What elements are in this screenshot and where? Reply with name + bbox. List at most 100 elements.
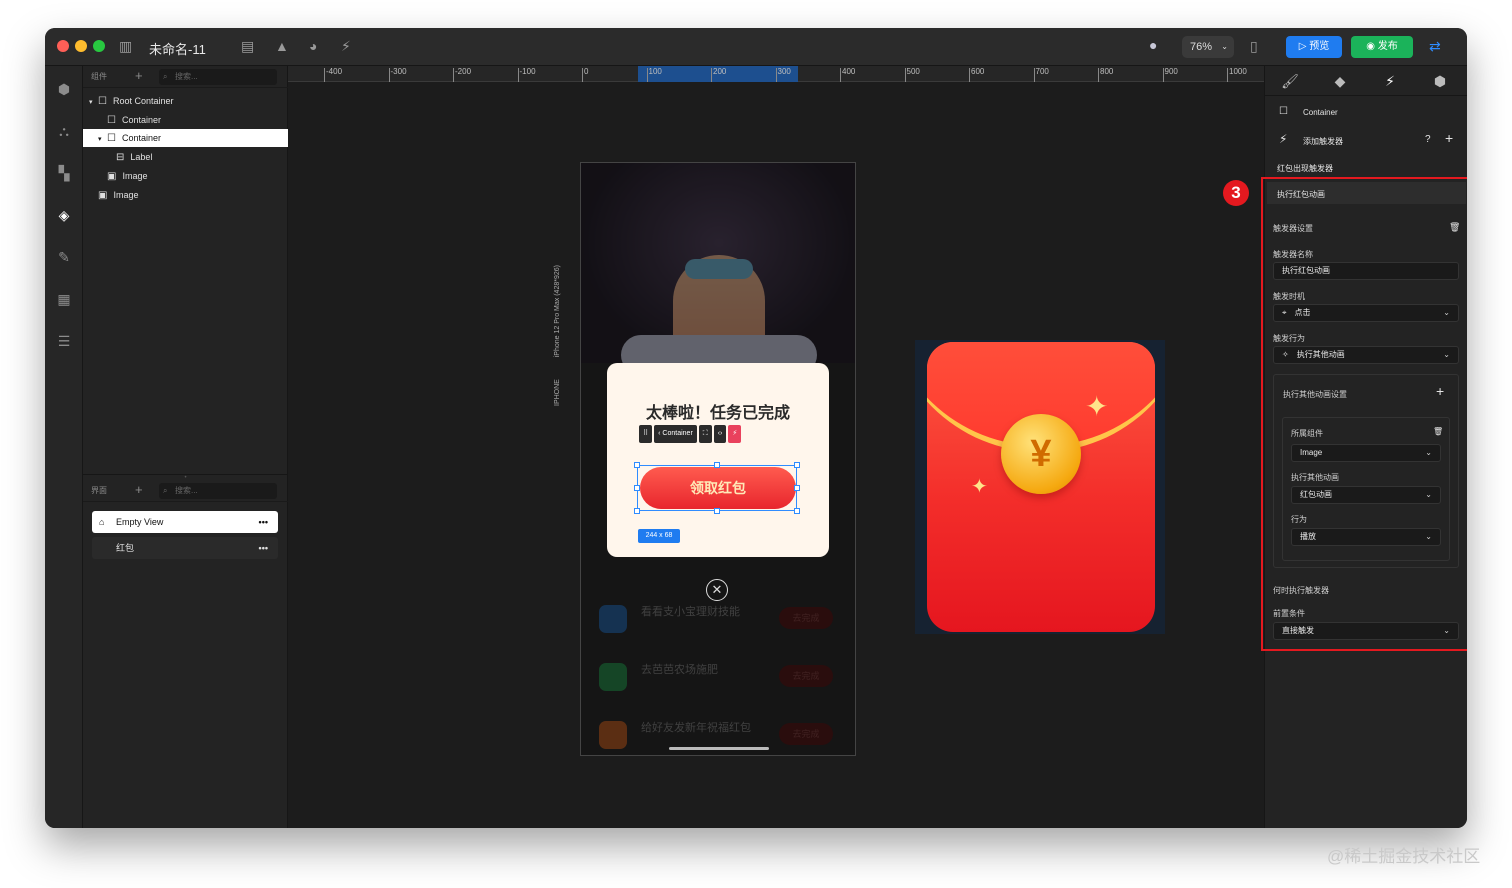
layout-icon[interactable]: ▦ bbox=[53, 288, 75, 310]
resize-handle[interactable] bbox=[794, 508, 800, 514]
horizontal-ruler: -400 -300 -200 -100 0 100 200 300 400 500 600 700 80… bbox=[288, 66, 1264, 82]
add-component-button[interactable]: + bbox=[135, 68, 143, 83]
inspector-tabs: 🖌 ◆ ⚡ ⬢ bbox=[1265, 66, 1467, 96]
ruler-tick-label: -400 bbox=[326, 67, 343, 76]
component-icon[interactable]: ◕ bbox=[309, 38, 317, 54]
ruler-tick bbox=[775, 68, 777, 82]
document-icon[interactable]: ▤ bbox=[241, 38, 254, 55]
selection-box bbox=[634, 462, 800, 514]
components-label: 组件 bbox=[91, 72, 107, 81]
trigger-icon[interactable]: ⚡ bbox=[728, 425, 742, 443]
resize-handle[interactable] bbox=[794, 485, 800, 491]
selected-component-name: Container bbox=[1303, 108, 1338, 117]
trigger-tab-icon[interactable]: ⚡ bbox=[1365, 66, 1415, 96]
ruler-tick bbox=[1098, 68, 1099, 82]
search-icon: ⌕ bbox=[163, 72, 168, 81]
layer-item[interactable]: ☐ Container bbox=[83, 111, 288, 129]
avatar[interactable]: ● bbox=[1149, 37, 1157, 53]
resize-handle[interactable] bbox=[634, 462, 640, 468]
animation-tab-icon[interactable]: ◆ bbox=[1315, 66, 1365, 96]
ruler-tick-label: 900 bbox=[1164, 67, 1178, 76]
sparkle-icon: ✦ bbox=[1085, 391, 1109, 422]
page-item[interactable]: ⌂ Empty View ••• bbox=[92, 511, 278, 533]
search-placeholder: 搜索... bbox=[175, 486, 198, 495]
play-icon: ▷ bbox=[1298, 41, 1310, 52]
add-trigger-button[interactable]: + bbox=[1445, 130, 1453, 146]
maximize-window-button[interactable] bbox=[93, 40, 105, 52]
layers-icon[interactable]: ◈ bbox=[53, 204, 75, 226]
ruler-tick-label: 500 bbox=[906, 67, 920, 76]
resize-handle[interactable] bbox=[714, 508, 720, 514]
lightning-icon: ⚡ bbox=[1279, 132, 1288, 146]
layer-item[interactable]: ▣ Image bbox=[83, 186, 288, 204]
layer-item[interactable]: ▾ ☐ Root Container bbox=[83, 92, 288, 110]
sidebar-toggle-icon[interactable]: ▥ bbox=[119, 38, 132, 55]
minimize-window-button[interactable] bbox=[75, 40, 87, 52]
red-envelope-image[interactable]: ¥ ✦ ✦ bbox=[927, 342, 1155, 632]
zoom-select[interactable]: 76% ⌄ bbox=[1182, 36, 1234, 58]
expand-toggle-icon[interactable]: ▾ bbox=[98, 131, 107, 149]
ruler-tick-label: 200 bbox=[713, 67, 727, 76]
image-icon: ▣ bbox=[107, 170, 117, 182]
expand-toggle-icon[interactable]: ▾ bbox=[89, 94, 98, 112]
drag-handle-icon[interactable]: ⠿ bbox=[639, 425, 653, 443]
ruler-tick bbox=[324, 68, 325, 82]
style-tab-icon[interactable]: 🖌 bbox=[1265, 66, 1315, 96]
help-icon[interactable]: ? bbox=[1425, 134, 1431, 145]
share-icon[interactable]: ⇄ bbox=[1429, 38, 1441, 55]
pages-label: 界面 bbox=[91, 486, 107, 495]
shape-icon[interactable]: ▲ bbox=[275, 38, 289, 54]
assets-tab-icon[interactable]: ⬢ bbox=[1415, 66, 1465, 96]
box-icon: ☐ bbox=[107, 114, 116, 126]
more-icon[interactable]: ••• bbox=[259, 537, 268, 559]
ruler-tick bbox=[711, 68, 712, 82]
layer-item[interactable]: ▣ Image bbox=[83, 167, 288, 185]
pages-search-input[interactable]: ⌕ 搜索... bbox=[159, 483, 277, 499]
page-item[interactable]: 红包 ••• bbox=[92, 537, 278, 559]
parent-selector[interactable]: ‹ Container bbox=[654, 425, 697, 443]
page-item-label: Empty View bbox=[116, 517, 164, 527]
box-icon: ☐ bbox=[107, 133, 116, 145]
ruler-tick-label: -300 bbox=[390, 67, 407, 76]
design-canvas[interactable]: -400 -300 -200 -100 0 100 200 300 400 500 600 700 80… bbox=[288, 66, 1264, 828]
layer-item[interactable]: ▾ ☐ Container bbox=[83, 129, 288, 149]
resize-handle[interactable] bbox=[714, 462, 720, 468]
resize-handle[interactable] bbox=[794, 462, 800, 468]
trigger-list-item[interactable]: 红包出现触发器 bbox=[1277, 163, 1333, 174]
components-search-input[interactable]: ⌕ 搜索... bbox=[159, 69, 277, 85]
app-window: ▥ 未命名-11 ▤ ▲ ◕ ⚡ ● 76% ⌄ ▯ ▷ 预览 ◉ 发布 ⇄ ⬢ … bbox=[45, 28, 1467, 828]
more-icon[interactable]: ••• bbox=[259, 511, 268, 533]
preview-button[interactable]: ▷ 预览 bbox=[1286, 36, 1342, 58]
device-icon[interactable]: ▯ bbox=[1250, 38, 1258, 55]
phone-frame[interactable]: 看看支小宝理财技能去完成去芭芭农场施肥去完成给好友发新年祝福红包去完成 太棒啦！… bbox=[580, 162, 856, 756]
layer-item[interactable]: ⊟ Label bbox=[83, 148, 288, 166]
close-window-button[interactable] bbox=[57, 40, 69, 52]
code-icon[interactable]: ‹› bbox=[713, 425, 727, 443]
resize-handle[interactable] bbox=[634, 508, 640, 514]
components-icon[interactable]: ⛬ bbox=[53, 120, 75, 142]
sparkle-icon: ✦ bbox=[971, 476, 988, 498]
ruler-tick bbox=[646, 68, 648, 82]
pin-icon[interactable]: ✎ bbox=[53, 246, 75, 268]
search-placeholder: 搜索... bbox=[175, 72, 198, 81]
cube-icon[interactable]: ⬢ bbox=[53, 78, 75, 100]
ruler-tick bbox=[582, 68, 583, 82]
ruler-tick bbox=[904, 68, 906, 82]
title-bar: ▥ 未命名-11 ▤ ▲ ◕ ⚡ ● 76% ⌄ ▯ ▷ 预览 ◉ 发布 ⇄ bbox=[45, 28, 1467, 66]
list-icon[interactable]: ☰ bbox=[53, 330, 75, 352]
layer-item-label: Label bbox=[130, 152, 153, 163]
ruler-tick bbox=[453, 68, 454, 82]
widgets-icon[interactable]: ▚ bbox=[53, 162, 75, 184]
add-page-button[interactable]: + bbox=[135, 482, 143, 497]
fit-icon[interactable]: ⛶ bbox=[698, 425, 712, 443]
component-toolbar: ⠿ ‹ Container ⛶ ‹› ⚡ bbox=[639, 425, 742, 443]
resize-handle[interactable] bbox=[634, 485, 640, 491]
ruler-tick-label: 0 bbox=[584, 67, 589, 76]
red-envelope-artboard[interactable]: ¥ ✦ ✦ bbox=[915, 340, 1165, 634]
publish-button[interactable]: ◉ 发布 bbox=[1351, 36, 1413, 58]
annotation-highlight bbox=[1261, 177, 1467, 651]
ruler-tick-label: -200 bbox=[455, 67, 472, 76]
interaction-icon[interactable]: ⚡ bbox=[341, 38, 351, 55]
close-dialog-icon[interactable]: ✕ bbox=[706, 579, 728, 601]
home-indicator bbox=[669, 747, 769, 750]
